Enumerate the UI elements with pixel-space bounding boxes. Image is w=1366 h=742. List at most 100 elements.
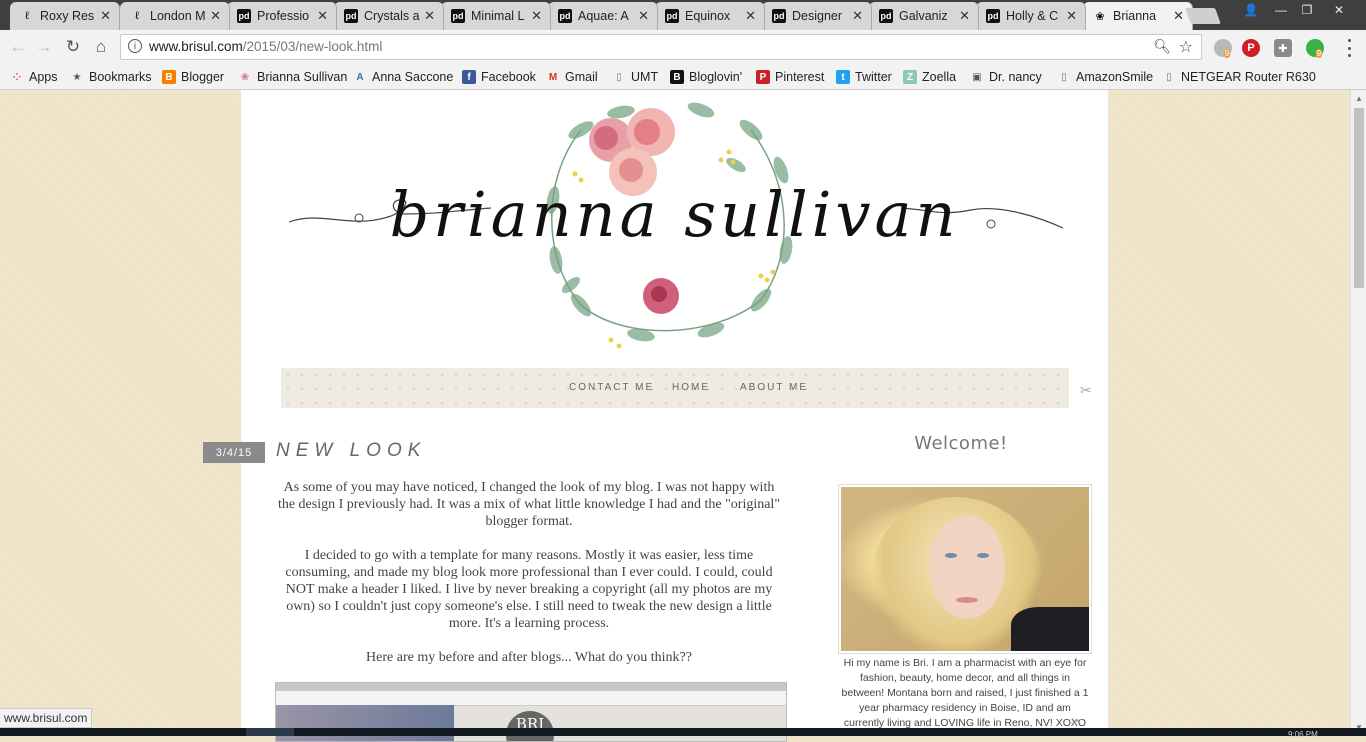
tab-8[interactable]: pd Galvaniz ✕ [869, 2, 979, 30]
tab-0[interactable]: ℓ Roxy Res ✕ [10, 2, 120, 30]
bookmark-label: AmazonSmile [1076, 70, 1154, 84]
bookmark-label: Blogger [181, 70, 225, 84]
tab-title: London M [150, 9, 206, 23]
tab-5[interactable]: pd Aquae: A ✕ [548, 2, 658, 30]
tab-close-icon[interactable]: ✕ [317, 8, 328, 24]
url-path: /2015/03/new-look.html [242, 39, 383, 54]
tab-7[interactable]: pd Designer ✕ [762, 2, 872, 30]
tab-6[interactable]: pd Equinox ✕ [655, 2, 765, 30]
bookmark-item[interactable]: t Twitter [836, 67, 892, 87]
scrollbar-thumb[interactable] [1354, 108, 1364, 288]
extension-icon[interactable]: 9 [1214, 39, 1232, 58]
edit-wrench-icon[interactable]: ✂ [1080, 382, 1092, 399]
twitter-icon: t [836, 70, 850, 84]
post-date-badge: 3/4/15 [203, 442, 265, 463]
bookmark-item[interactable]: B Blogger [162, 67, 224, 87]
image-bri-logo: BRI [506, 711, 554, 741]
post-paragraph: Here are my before and after blogs... Wh… [366, 650, 692, 665]
facebook-icon: f [462, 70, 476, 84]
tab-close-icon[interactable]: ✕ [100, 8, 111, 24]
taskbar-active-item[interactable] [246, 728, 294, 736]
bookmark-item[interactable]: P Pinterest [756, 67, 824, 87]
tab-title: Roxy Res [40, 9, 95, 23]
tab-4[interactable]: pd Minimal L ✕ [441, 2, 551, 30]
bookmark-item[interactable]: ★ Bookmarks [70, 67, 152, 87]
profile-photo [838, 484, 1092, 654]
nav-contact-me[interactable]: CONTACT ME [569, 382, 654, 393]
tab-close-icon[interactable]: ✕ [424, 8, 435, 24]
os-taskbar [0, 728, 1366, 736]
pd-favicon-icon: pd [558, 9, 572, 23]
bloglovin-icon: B [670, 70, 684, 84]
site-favicon-icon: ℓ [135, 10, 139, 22]
close-window-icon[interactable]: ✕ [1326, 2, 1352, 18]
info-icon[interactable]: i [128, 39, 142, 53]
tab-title: Professio [257, 9, 310, 23]
tab-1[interactable]: ℓ London M ✕ [120, 2, 230, 30]
pd-favicon-icon: pd [237, 9, 251, 23]
page-scrollbar[interactable]: ▲ ▼ [1350, 90, 1366, 736]
bookmark-item[interactable]: ▯ UMT [612, 67, 658, 87]
bookmark-label: Brianna Sullivan [257, 70, 348, 84]
bookmark-item[interactable]: B Bloglovin' [670, 67, 742, 87]
new-tab-button[interactable] [1185, 8, 1221, 24]
post-paragraph: I decided to go with a template for many… [285, 548, 773, 631]
scroll-up-icon[interactable]: ▲ [1355, 94, 1363, 103]
bookmark-item[interactable]: M Gmail [546, 67, 598, 87]
page-icon: ▯ [1166, 71, 1172, 83]
tab-close-icon[interactable]: ✕ [852, 8, 863, 24]
bookmark-item[interactable]: Z Zoella [903, 67, 956, 87]
bookmark-item[interactable]: ❀ Brianna Sullivan [238, 67, 348, 87]
bookmark-label: Twitter [855, 70, 892, 84]
bookmark-label: Bookmarks [89, 70, 152, 84]
tab-title: Aquae: A [578, 9, 629, 23]
maximize-icon[interactable]: ❐ [1294, 2, 1320, 18]
pinterest-extension-icon[interactable]: P [1242, 39, 1260, 57]
tab-close-icon[interactable]: ✕ [531, 8, 542, 24]
bookmark-item[interactable]: ▯ NETGEAR Router R630 [1162, 67, 1316, 87]
tab-10[interactable]: ❀ Brianna ✕ [1083, 2, 1193, 30]
tab-close-icon[interactable]: ✕ [210, 8, 221, 24]
forward-button[interactable]: → [34, 37, 54, 57]
bookmark-star-icon[interactable]: ☆ [1179, 37, 1193, 57]
tab-title: Equinox [685, 9, 731, 23]
profile-icon[interactable]: 👤 [1238, 2, 1264, 18]
tab-9[interactable]: pd Holly & C ✕ [976, 2, 1086, 30]
minimize-icon[interactable]: — [1268, 2, 1294, 18]
browser-menu-icon[interactable] [1342, 39, 1356, 57]
as-icon: A [356, 71, 364, 83]
post-paragraph: As some of you may have noticed, I chang… [277, 480, 781, 529]
blog-nav-bar: CONTACT ME HOME ABOUT ME [281, 368, 1069, 408]
bookmark-item[interactable]: f Facebook [462, 67, 536, 87]
puzzle-extension-icon[interactable]: ✚ [1274, 39, 1292, 57]
tab-close-icon[interactable]: ✕ [1066, 8, 1077, 24]
sidebar-welcome-heading: Welcome! [914, 433, 1008, 454]
bookmark-item[interactable]: ▣ Dr. nancy [970, 67, 1042, 87]
bookmark-item[interactable]: ⁘ Apps [10, 67, 58, 87]
tab-close-icon[interactable]: ✕ [959, 8, 970, 24]
pd-favicon-icon: pd [665, 9, 679, 23]
tab-strip: ❀ Brianna ✕ pd Holly & C ✕ pd Galvaniz ✕ pd Design… [0, 0, 1366, 30]
extension-badge: 9 [1223, 48, 1231, 58]
search-icon[interactable]: 🔍︎ [1153, 38, 1171, 55]
bookmark-item[interactable]: ▯ AmazonSmile [1057, 67, 1153, 87]
blog-title[interactable]: brianna sullivan [241, 178, 1108, 251]
nav-about-me[interactable]: ABOUT ME [740, 382, 808, 393]
bookmark-item[interactable]: A Anna Saccone [353, 67, 453, 87]
blogger-icon: B [162, 70, 176, 84]
nav-home[interactable]: HOME [672, 382, 710, 393]
address-bar[interactable]: i www.brisul.com/2015/03/new-look.html 🔍… [120, 34, 1202, 60]
home-button[interactable]: ⌂ [91, 37, 111, 57]
reload-button[interactable]: ↻ [63, 37, 83, 57]
tab-3[interactable]: pd Crystals a ✕ [334, 2, 444, 30]
back-button[interactable]: ← [8, 37, 28, 57]
tab-2[interactable]: pd Professio ✕ [227, 2, 337, 30]
tab-close-icon[interactable]: ✕ [745, 8, 756, 24]
pd-favicon-icon: pd [344, 9, 358, 23]
tab-title: Holly & C [1006, 9, 1059, 23]
dr-nancy-icon: ▣ [972, 71, 982, 83]
tab-close-icon[interactable]: ✕ [638, 8, 649, 24]
tab-close-icon[interactable]: ✕ [1173, 8, 1184, 24]
grammarly-extension-icon[interactable]: 9 [1306, 39, 1324, 58]
post-title[interactable]: NEW LOOK [276, 440, 426, 462]
